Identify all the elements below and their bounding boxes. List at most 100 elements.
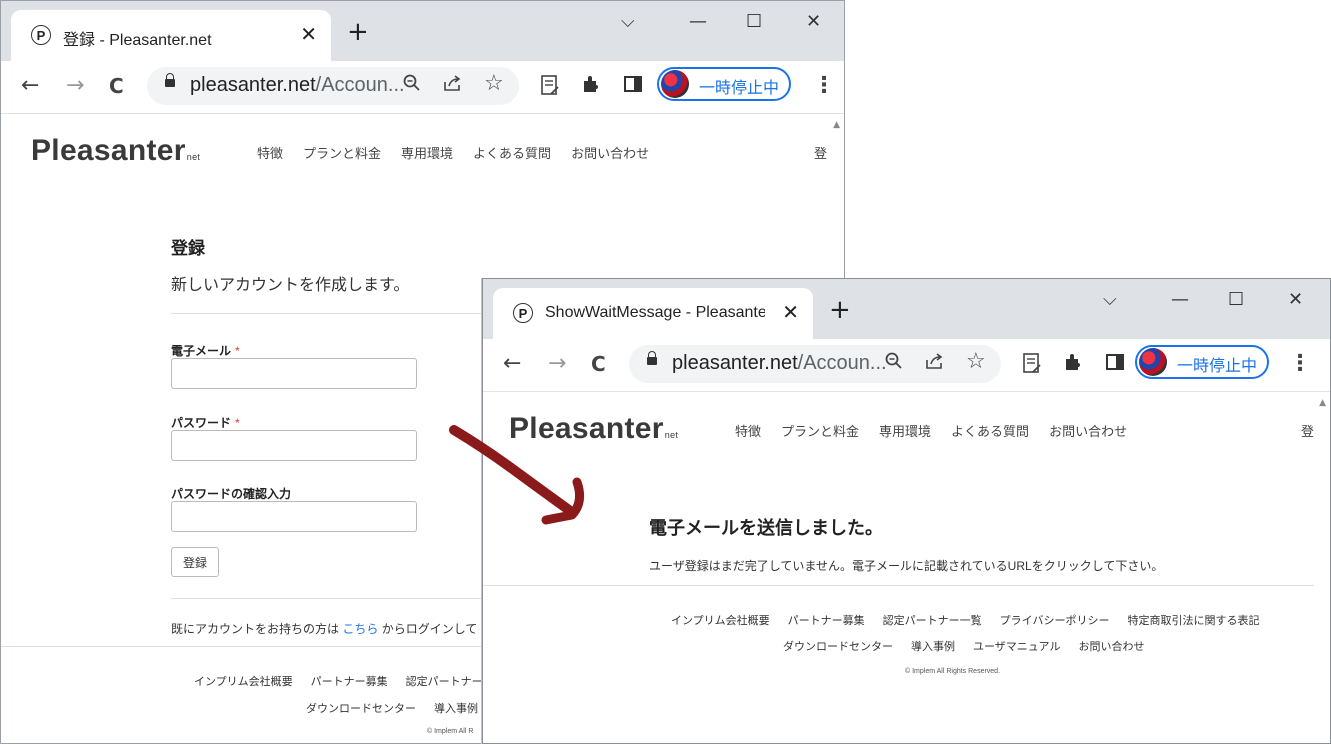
address-bar[interactable]: pleasanter.net/Accoun... ☆ [629, 345, 1001, 383]
tab-search-chevron-icon[interactable]: ⌵ [1103, 289, 1117, 310]
profile-status-label: 一時停止中 [699, 80, 780, 97]
side-panel-icon[interactable] [623, 74, 643, 100]
footer-link-manual[interactable]: ユーザマニュアル [973, 641, 1060, 653]
menu-kebab-icon[interactable]: ⋮ [813, 74, 835, 98]
extensions-puzzle-icon[interactable] [581, 74, 601, 100]
footer-link-partner-recruit[interactable]: パートナー募集 [311, 676, 388, 688]
forward-icon[interactable]: → [548, 352, 566, 376]
maximize-button[interactable]: ☐ [1228, 289, 1244, 310]
menu-kebab-icon[interactable]: ⋮ [1289, 352, 1311, 376]
close-window-button[interactable]: ✕ [806, 11, 821, 32]
nav-contact[interactable]: お問い合わせ [571, 146, 649, 161]
footer-link-company[interactable]: インプリム会社概要 [671, 615, 770, 627]
close-window-button[interactable]: ✕ [1288, 289, 1303, 310]
scrollbar[interactable]: ▲ [1314, 392, 1330, 743]
nav-login-link[interactable]: 登 [1301, 421, 1314, 440]
share-icon[interactable] [925, 352, 945, 375]
page-content: Pleasanternet 特徴 プランと料金 専用環境 よくある質問 お問い合わせ 登… [483, 392, 1330, 743]
site-nav: 特徴 プランと料金 専用環境 よくある質問 お問い合わせ [735, 421, 1147, 440]
footer-link-cases[interactable]: 導入事例 [911, 641, 955, 653]
bookmark-star-icon[interactable]: ☆ [966, 349, 986, 374]
register-button[interactable]: 登録 [171, 547, 219, 577]
notes-icon[interactable] [540, 74, 560, 102]
url-text: pleasanter.net/Accoun... [672, 352, 887, 375]
password-label-text: パスワード [171, 416, 232, 430]
footer-link-cases[interactable]: 導入事例 [434, 703, 478, 715]
footer-link-certified-partners[interactable]: 認定パートナー一覧 [883, 615, 982, 627]
zoom-icon[interactable] [885, 352, 903, 375]
notes-icon[interactable] [1022, 352, 1042, 380]
zoom-icon[interactable] [403, 74, 421, 97]
new-tab-button[interactable]: + [347, 19, 369, 45]
footer-link-download[interactable]: ダウンロードセンター [306, 703, 416, 715]
tab-show-wait-message[interactable]: P ShowWaitMessage - Pleasanter.n ✕ [493, 288, 813, 339]
favicon-p-icon: P [513, 303, 533, 323]
footer-link-company[interactable]: インプリム会社概要 [194, 676, 293, 688]
nav-pricing[interactable]: プランと料金 [303, 146, 381, 161]
extensions-puzzle-icon[interactable] [1063, 352, 1083, 378]
avatar [661, 70, 689, 98]
profile-paused-button[interactable]: 一時停止中 [657, 67, 791, 101]
footer-link-commerce-law[interactable]: 特定商取引法に関する表記 [1127, 615, 1259, 627]
email-label-text: 電子メール [171, 344, 232, 358]
email-field[interactable] [171, 358, 417, 389]
footer-link-contact[interactable]: お問い合わせ [1078, 641, 1144, 653]
profile-paused-button[interactable]: 一時停止中 [1135, 345, 1269, 379]
nav-pricing[interactable]: プランと料金 [781, 424, 859, 439]
nav-faq[interactable]: よくある質問 [951, 424, 1029, 439]
back-icon[interactable]: ← [21, 74, 39, 98]
confirm-password-label: パスワードの確認入力 [171, 487, 292, 501]
page-title: 電子メールを送信しました。 [649, 518, 883, 538]
share-icon[interactable] [443, 74, 463, 97]
minimize-button[interactable]: — [1171, 289, 1189, 310]
login-link[interactable]: こちら [342, 622, 378, 636]
copyright: © Implem All R [427, 728, 474, 735]
scroll-up-icon[interactable]: ▲ [833, 120, 840, 130]
nav-contact[interactable]: お問い合わせ [1049, 424, 1127, 439]
site-logo[interactable]: Pleasanternet [31, 134, 200, 168]
maximize-button[interactable]: ☐ [746, 11, 762, 32]
site-nav: 特徴 プランと料金 専用環境 よくある質問 お問い合わせ [257, 143, 669, 162]
nav-features[interactable]: 特徴 [735, 424, 761, 439]
annotation-arrow-icon [449, 425, 585, 525]
url-domain: pleasanter.net [672, 352, 798, 374]
reload-icon[interactable]: C [109, 74, 124, 98]
minimize-button[interactable]: — [689, 11, 707, 32]
back-icon[interactable]: ← [503, 352, 521, 376]
tab-strip: P 登録 - Pleasanter.net ✕ + ⌵ — ☐ ✕ [1, 1, 844, 61]
login-prompt-prefix: 既にアカウントをお持ちの方は [171, 622, 343, 636]
footer-link-download[interactable]: ダウンロードセンター [783, 641, 893, 653]
instruction-message: ユーザ登録はまだ完了していません。電子メールに記載されているURLをクリックして… [649, 559, 1164, 573]
nav-faq[interactable]: よくある質問 [473, 146, 551, 161]
tab-strip: P ShowWaitMessage - Pleasanter.n ✕ + ⌵ —… [483, 279, 1330, 339]
side-panel-icon[interactable] [1105, 352, 1125, 378]
lock-icon [647, 351, 657, 365]
reload-icon[interactable]: C [591, 352, 606, 376]
bookmark-star-icon[interactable]: ☆ [484, 71, 504, 96]
password-label: パスワード * [171, 414, 240, 431]
login-prompt: 既にアカウントをお持ちの方は こちら からログインして [171, 620, 477, 637]
scroll-up-icon[interactable]: ▲ [1319, 398, 1326, 408]
close-tab-icon[interactable]: ✕ [300, 22, 317, 46]
footer-link-privacy[interactable]: プライバシーポリシー [1000, 615, 1110, 627]
nav-features[interactable]: 特徴 [257, 146, 283, 161]
nav-dedicated[interactable]: 専用環境 [401, 146, 453, 161]
tab-title: ShowWaitMessage - Pleasanter.n [545, 304, 765, 321]
confirm-password-field[interactable] [171, 501, 417, 532]
logo-suffix: net [664, 430, 679, 440]
close-tab-icon[interactable]: ✕ [782, 300, 799, 324]
tab-register[interactable]: P 登録 - Pleasanter.net ✕ [11, 10, 331, 61]
tab-title: 登録 - Pleasanter.net [63, 32, 212, 49]
nav-dedicated[interactable]: 専用環境 [879, 424, 931, 439]
login-prompt-suffix: からログインして [378, 622, 478, 636]
nav-login-link[interactable]: 登 [814, 143, 827, 162]
password-field[interactable] [171, 430, 417, 461]
footer-link-partner-recruit[interactable]: パートナー募集 [788, 615, 865, 627]
required-mark: * [235, 416, 240, 430]
tab-search-chevron-icon[interactable]: ⌵ [621, 11, 635, 32]
new-tab-button[interactable]: + [829, 297, 851, 323]
footer-links-row2: ダウンロードセンター 導入事例 ユーザマニュアル お問い合わせ [783, 638, 1162, 654]
forward-icon[interactable]: → [66, 74, 84, 98]
footer-link-certified-partners[interactable]: 認定パートナー [406, 676, 483, 688]
address-bar[interactable]: pleasanter.net/Accoun... ☆ [147, 67, 519, 105]
